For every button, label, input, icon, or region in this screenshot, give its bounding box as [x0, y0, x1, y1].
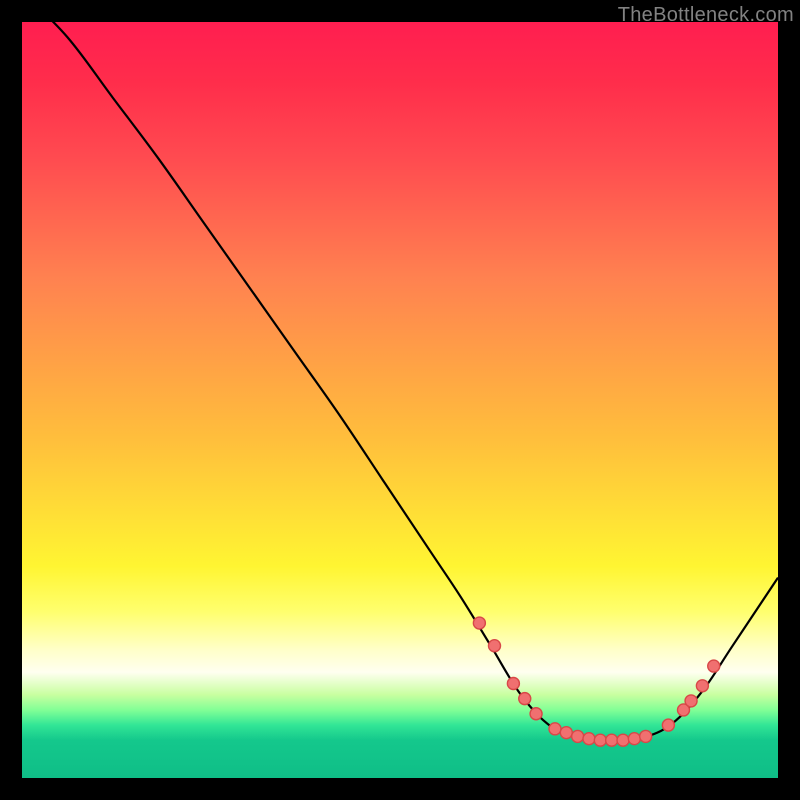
curve-marker [583, 733, 595, 745]
curve-marker [560, 727, 572, 739]
watermark-text: TheBottleneck.com [618, 4, 794, 27]
curve-marker [507, 678, 519, 690]
chart-container: TheBottleneck.com [0, 0, 800, 800]
curve-marker [685, 695, 697, 707]
curve-marker [696, 680, 708, 692]
chart-svg [22, 22, 778, 778]
curve-marker [628, 733, 640, 745]
curve-marker [549, 723, 561, 735]
curve-marker [489, 640, 501, 652]
curve-marker [530, 708, 542, 720]
curve-marker [640, 730, 652, 742]
curve-marker [606, 734, 618, 746]
curve-marker [594, 734, 606, 746]
curve-marker [473, 617, 485, 629]
curve-marker [572, 730, 584, 742]
curve-marker [662, 719, 674, 731]
curve-marker [519, 693, 531, 705]
curve-marker [617, 734, 629, 746]
curve-marker [708, 660, 720, 672]
curve-markers [473, 617, 719, 746]
bottleneck-curve [22, 22, 778, 740]
